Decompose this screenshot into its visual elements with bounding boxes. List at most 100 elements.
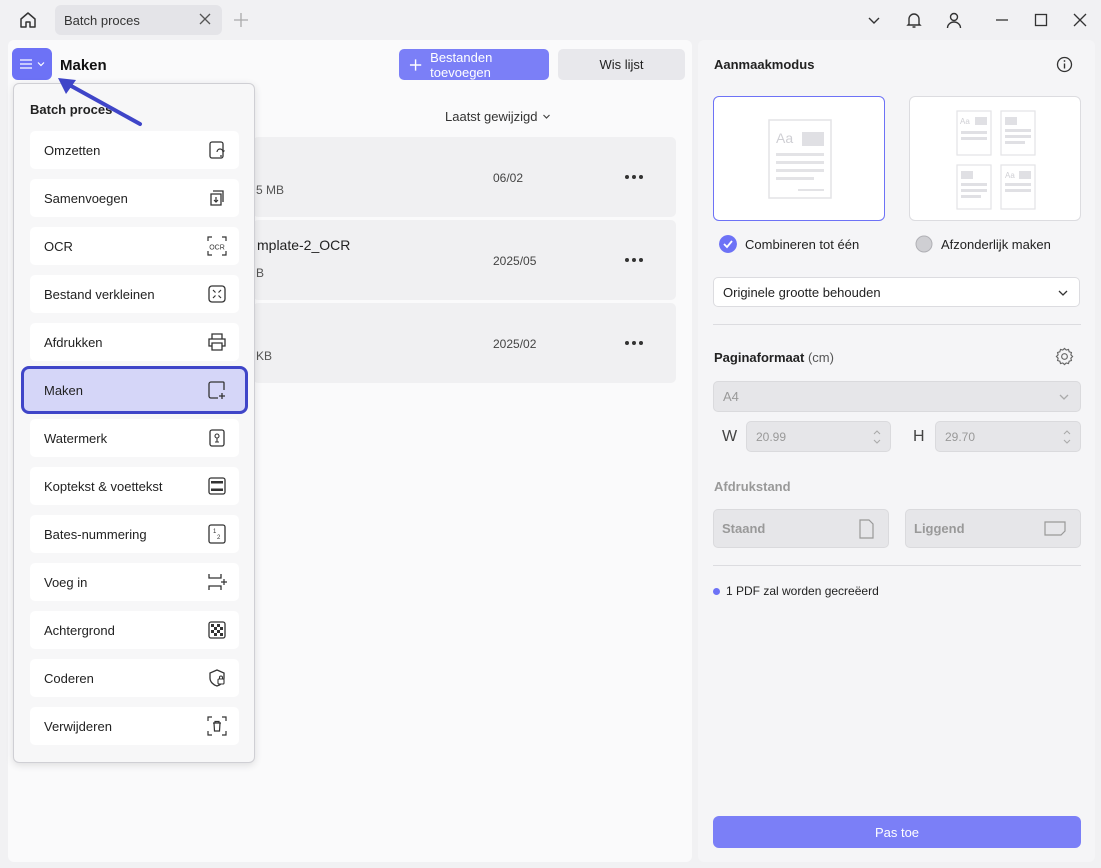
height-input[interactable]: 29.70 [935, 421, 1081, 452]
svg-text:OCR: OCR [209, 245, 225, 252]
page-format-label: Paginaformaat (cm) [714, 350, 834, 365]
sort-label: Laatst gewijzigd [445, 109, 538, 124]
portrait-label: Staand [722, 521, 766, 536]
menu-item-ocr[interactable]: OCR OCR [30, 227, 239, 265]
combine-radio[interactable] [719, 235, 737, 253]
clear-list-label: Wis lijst [599, 57, 644, 72]
separate-label: Afzonderlijk maken [941, 237, 1051, 252]
menu-item-merge[interactable]: Samenvoegen [30, 179, 239, 217]
separate-radio[interactable] [915, 235, 933, 253]
file-row[interactable]: mplate-2_OCR B 2025/05 [253, 220, 676, 300]
page-format-title: Paginaformaat [714, 350, 805, 365]
width-value: 20.99 [756, 429, 787, 444]
sort-dropdown[interactable]: Laatst gewijzigd [445, 109, 551, 124]
minimize-icon [996, 19, 1008, 21]
file-date: 2025/02 [493, 337, 537, 351]
convert-icon [209, 141, 225, 159]
add-tab-icon[interactable] [232, 11, 250, 29]
user-icon [946, 12, 962, 29]
combine-label: Combineren tot één [745, 237, 860, 252]
menu-icon [20, 59, 32, 69]
height-label: H [913, 428, 925, 445]
add-files-button[interactable]: Bestanden toevoegen [399, 49, 549, 80]
portrait-button[interactable]: Staand [713, 509, 889, 548]
create-icon [208, 381, 225, 399]
header-footer-icon [208, 477, 226, 495]
batch-process-menu: Batch proces Omzetten Samenvoegen OCR OC… [13, 83, 255, 763]
separate-mode-card[interactable]: Aa Aa [909, 96, 1081, 221]
plus-icon [409, 58, 422, 71]
portrait-icon [859, 519, 874, 539]
tab-label: Batch proces [64, 12, 140, 28]
more-options-icon[interactable] [625, 258, 645, 264]
size-option-value: Originele grootte behouden [723, 284, 881, 300]
svg-text:Aa: Aa [1005, 171, 1015, 180]
menu-item-print[interactable]: Afdrukken [30, 323, 239, 361]
menu-item-label: Verwijderen [44, 718, 112, 734]
chevron-down-button[interactable] [864, 10, 884, 30]
menu-item-delete[interactable]: Verwijderen [30, 707, 239, 745]
title-bar: Batch proces [0, 0, 1101, 40]
chevron-down-icon [37, 62, 45, 67]
menu-item-label: Samenvoegen [44, 190, 128, 206]
menu-item-background[interactable]: Achtergrond [30, 611, 239, 649]
menu-item-label: Maken [44, 382, 84, 398]
section-title: Maken [60, 57, 107, 74]
clear-list-button[interactable]: Wis lijst [558, 49, 685, 80]
file-name: mplate-2_OCR [257, 237, 351, 253]
menu-item-label: Coderen [44, 670, 94, 686]
size-option-select[interactable]: Originele grootte behouden [713, 277, 1080, 307]
bell-icon [906, 13, 922, 28]
menu-item-label: Watermerk [44, 430, 108, 446]
width-label: W [722, 428, 738, 445]
file-row[interactable]: KB 2025/02 [253, 303, 676, 383]
stepper-icon[interactable] [872, 428, 882, 446]
menu-item-convert[interactable]: Omzetten [30, 131, 239, 169]
file-row[interactable]: 5 MB 06/02 [253, 137, 676, 217]
annotation-arrow [58, 78, 142, 126]
close-tab-icon[interactable] [198, 12, 212, 26]
notifications-button[interactable] [904, 10, 924, 30]
page-format-unit: (cm) [807, 350, 834, 365]
maximize-button[interactable] [1031, 10, 1051, 30]
close-icon [1073, 13, 1087, 27]
menu-item-label: Omzetten [44, 142, 101, 158]
more-options-icon[interactable] [625, 175, 645, 181]
menu-item-header-footer[interactable]: Koptekst & voettekst [30, 467, 239, 505]
landscape-button[interactable]: Liggend [905, 509, 1081, 548]
more-options-icon[interactable] [625, 341, 645, 347]
menu-item-compress[interactable]: Bestand verkleinen [30, 275, 239, 313]
menu-item-label: Afdrukken [44, 334, 103, 350]
height-value: 29.70 [945, 429, 976, 444]
chevron-down-icon [1058, 290, 1068, 296]
menu-item-watermark[interactable]: Watermerk [30, 419, 239, 457]
close-window-button[interactable] [1070, 10, 1090, 30]
chevron-down-icon [868, 17, 880, 24]
menu-item-label: Voeg in [44, 574, 88, 590]
landscape-icon [1044, 521, 1066, 536]
stepper-icon[interactable] [1062, 428, 1072, 446]
menu-item-create[interactable]: Maken [21, 366, 248, 414]
combine-mode-card[interactable]: Aa [713, 96, 885, 221]
status-dot-icon [713, 587, 720, 595]
menu-item-insert[interactable]: Voeg in [30, 563, 239, 601]
menu-item-bates[interactable]: Bates-nummering 12 [30, 515, 239, 553]
paper-size-select[interactable]: A4 [713, 381, 1081, 412]
width-input[interactable]: 20.99 [746, 421, 891, 452]
tab-batch-process[interactable]: Batch proces [55, 5, 222, 35]
menu-item-encrypt[interactable]: Coderen [30, 659, 239, 697]
single-document-icon: Aa [768, 119, 832, 199]
minimize-button[interactable] [992, 10, 1012, 30]
info-icon[interactable] [1056, 56, 1073, 73]
account-button[interactable] [944, 10, 964, 30]
apply-button[interactable]: Pas toe [713, 816, 1081, 848]
file-size: KB [256, 349, 273, 363]
gear-icon[interactable] [1055, 347, 1074, 366]
merge-icon [210, 190, 224, 206]
svg-text:2: 2 [217, 535, 221, 541]
apply-label: Pas toe [874, 824, 920, 840]
multiple-documents-icon: Aa Aa [956, 110, 1036, 210]
menu-toggle-button[interactable] [12, 48, 52, 80]
home-button[interactable] [14, 8, 42, 32]
chevron-down-icon [1059, 394, 1069, 400]
